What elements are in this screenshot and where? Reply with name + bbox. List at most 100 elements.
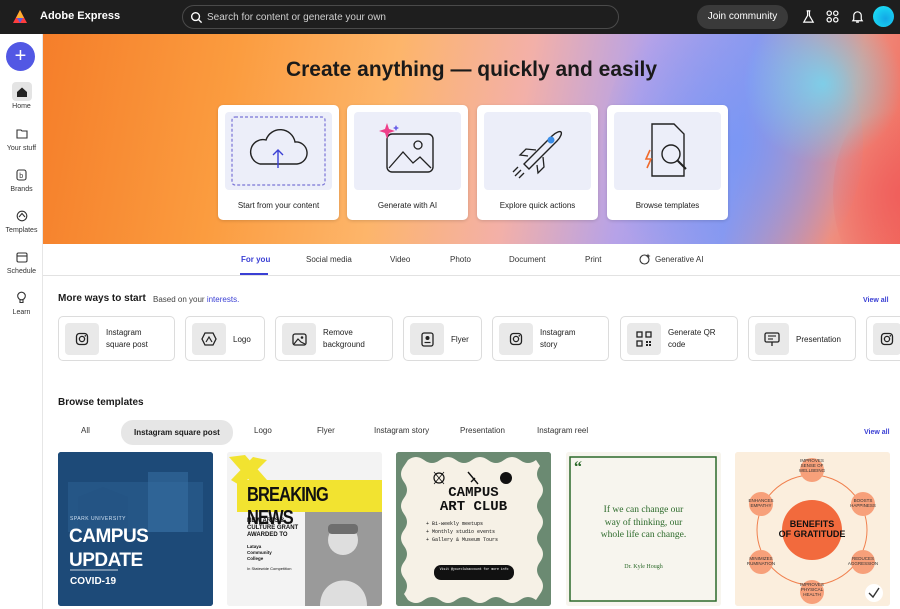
browse-templates-card[interactable]: Browse templates bbox=[607, 105, 728, 220]
tab-document[interactable]: Document bbox=[509, 255, 545, 264]
svg-text:b: b bbox=[19, 173, 23, 180]
filter-logo[interactable]: Logo bbox=[254, 426, 272, 435]
rail-label: Your stuff bbox=[6, 145, 37, 152]
template-bullet: + Gallery & Museum Tours bbox=[426, 537, 499, 543]
way-presentation[interactable]: Presentation bbox=[748, 316, 856, 361]
search-box[interactable] bbox=[182, 5, 619, 29]
way-label-line1: Generate QR bbox=[668, 328, 716, 337]
template-node-top: IMPROVES SENSE OF WELLBEING bbox=[782, 458, 842, 473]
template-center-line: BENEFITS bbox=[789, 519, 835, 529]
home-icon bbox=[16, 87, 27, 97]
way-flyer[interactable]: Flyer bbox=[403, 316, 482, 361]
way-instagram-square-post[interactable]: Instagram square post bbox=[58, 316, 175, 361]
folder-icon-wrap bbox=[12, 124, 32, 143]
filter-instagram-square-post[interactable]: Instagram square post bbox=[121, 420, 233, 445]
more-ways-view-all-link[interactable]: View all bbox=[863, 297, 889, 304]
more-ways-subtitle: Based on your interests. bbox=[153, 295, 239, 304]
template-card-quote[interactable]: “ If we can change our way of thinking, … bbox=[566, 452, 721, 606]
explore-quick-actions-card[interactable]: Explore quick actions bbox=[477, 105, 598, 220]
way-generate-qr-code[interactable]: Generate QR code bbox=[620, 316, 738, 361]
presentation-icon-wrap bbox=[755, 323, 789, 355]
way-instagram-story[interactable]: Instagram story bbox=[492, 316, 609, 361]
way-logo[interactable]: Logo bbox=[185, 316, 265, 361]
instagram-icon-wrap bbox=[873, 323, 900, 355]
template-body-line: AWARDED TO bbox=[247, 532, 288, 538]
template-cta: Visit @yourclubaccount for more info bbox=[439, 567, 509, 571]
node-line: EMPATHY bbox=[750, 503, 772, 508]
rail-item-templates[interactable]: Templates bbox=[0, 206, 43, 234]
image-icon-wrap bbox=[282, 323, 316, 355]
template-card-breaking-news[interactable]: BREAKING NEWS NEW ARTS & CULTURE GRANT A… bbox=[227, 452, 382, 606]
template-small-text: SPARK UNIVERSITY bbox=[70, 516, 126, 522]
node-line: AGGRESSION bbox=[847, 561, 879, 566]
hero-title: Create anything — quickly and easily bbox=[285, 58, 658, 81]
flyer-icon-wrap bbox=[410, 323, 444, 355]
template-title-line2: ART CLUB bbox=[439, 499, 508, 515]
search-icon bbox=[190, 11, 203, 24]
rail-item-schedule[interactable]: Schedule bbox=[0, 247, 43, 275]
ai-image-icon bbox=[379, 123, 434, 173]
tab-generative-ai[interactable]: Generative AI bbox=[655, 255, 703, 264]
node-line: HAPPINESS bbox=[850, 503, 876, 508]
filter-flyer[interactable]: Flyer bbox=[317, 426, 335, 435]
rail-item-your-stuff[interactable]: Your stuff bbox=[0, 124, 43, 152]
way-label: Remove background bbox=[323, 327, 365, 351]
way-partial-next[interactable] bbox=[866, 316, 900, 361]
app-name[interactable]: Adobe Express bbox=[40, 10, 120, 22]
tab-social-media[interactable]: Social media bbox=[306, 255, 352, 264]
rocket-icon bbox=[512, 130, 563, 179]
filter-instagram-story[interactable]: Instagram story bbox=[374, 426, 429, 435]
subtitle-prefix: Based on your bbox=[153, 295, 205, 304]
generate-with-ai-card[interactable]: Generate with AI bbox=[347, 105, 468, 220]
way-label-line2: square post bbox=[106, 340, 148, 349]
template-footnote: In Statewide Competition bbox=[247, 566, 292, 571]
template-body: NEW ARTS & CULTURE GRANT AWARDED TO bbox=[247, 518, 298, 539]
card-label: Generate with AI bbox=[377, 201, 438, 210]
way-label-line1: Remove bbox=[323, 328, 353, 337]
bell-icon[interactable] bbox=[850, 9, 865, 24]
card-art bbox=[484, 112, 591, 190]
template-subtitle: COVID-19 bbox=[70, 576, 117, 587]
template-center-line: OF GRATITUDE bbox=[778, 529, 846, 539]
template-card-campus-art-club[interactable]: CAMPUS ART CLUB + Bi-weekly meetups + Mo… bbox=[396, 452, 551, 606]
rail-label: Learn bbox=[12, 309, 31, 316]
template-node-bottom-left: MINIMIZES RUMINATION bbox=[735, 556, 787, 566]
join-community-button[interactable]: Join community bbox=[697, 5, 788, 29]
template-card-benefits-of-gratitude[interactable]: BENEFITS OF GRATITUDE IMPROVES SENSE OF … bbox=[735, 452, 890, 606]
rail-item-learn[interactable]: Learn bbox=[0, 288, 43, 316]
instagram-icon-wrap bbox=[499, 323, 533, 355]
tab-video[interactable]: Video bbox=[390, 255, 410, 264]
filter-presentation[interactable]: Presentation bbox=[460, 426, 505, 435]
instagram-icon bbox=[880, 332, 894, 346]
tab-photo[interactable]: Photo bbox=[450, 255, 471, 264]
rail-item-home[interactable]: Home bbox=[0, 82, 43, 110]
browse-view-all-link[interactable]: View all bbox=[864, 429, 890, 436]
filter-all[interactable]: All bbox=[81, 426, 90, 435]
search-input[interactable] bbox=[207, 9, 607, 25]
avatar[interactable] bbox=[873, 6, 894, 27]
tab-print[interactable]: Print bbox=[585, 255, 601, 264]
template-card-campus-update[interactable]: SPARK UNIVERSITY CAMPUS UPDATE COVID-19 bbox=[58, 452, 213, 606]
template-title-line1: CAMPUS bbox=[448, 485, 499, 501]
lightbulb-icon bbox=[17, 291, 26, 304]
flask-icon[interactable] bbox=[801, 9, 816, 24]
apps-grid-icon[interactable] bbox=[825, 9, 840, 24]
template-org-line: College bbox=[247, 556, 264, 561]
create-button[interactable]: + bbox=[6, 42, 35, 71]
active-tab-indicator bbox=[240, 273, 268, 275]
template-bullet: + Bi-weekly meetups bbox=[426, 521, 484, 527]
interests-link[interactable]: interests. bbox=[207, 295, 239, 304]
more-ways-title: More ways to start bbox=[58, 293, 146, 304]
way-label: Generate QR code bbox=[668, 327, 716, 351]
template-quote-line: whole life can change. bbox=[600, 530, 687, 540]
filter-instagram-reel[interactable]: Instagram reel bbox=[537, 426, 588, 435]
card-art bbox=[225, 112, 332, 190]
rail-item-brands[interactable]: b Brands bbox=[0, 165, 43, 193]
presentation-icon bbox=[764, 331, 780, 346]
template-title: CAMPUS ART CLUB bbox=[396, 486, 551, 514]
tab-for-you[interactable]: For you bbox=[241, 255, 270, 264]
way-label: Instagram story bbox=[540, 327, 576, 351]
start-from-content-card[interactable]: Start from your content bbox=[218, 105, 339, 220]
adobe-express-logo[interactable] bbox=[12, 9, 28, 25]
way-remove-background[interactable]: Remove background bbox=[275, 316, 393, 361]
